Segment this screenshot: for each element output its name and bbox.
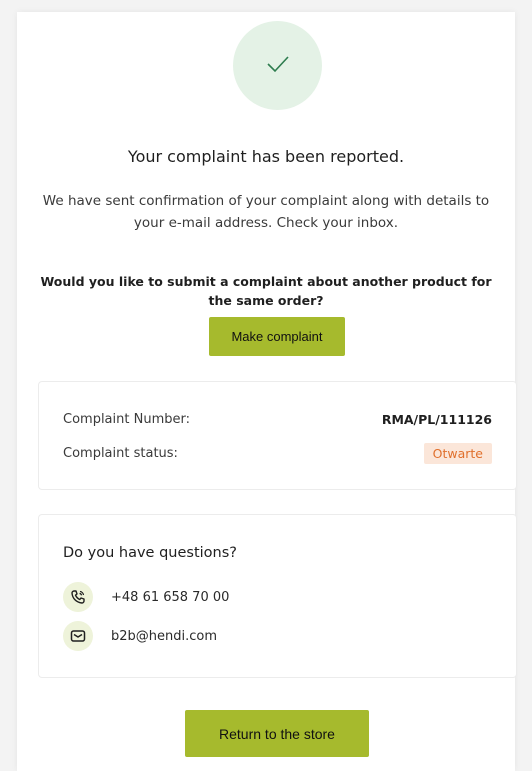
status-badge: Otwarte xyxy=(423,443,492,464)
complaint-info-panel: Complaint Number: RMA/PL/111126 Complain… xyxy=(38,381,517,490)
return-to-store-button[interactable]: Return to the store xyxy=(185,710,369,757)
contact-email[interactable]: b2b@hendi.com xyxy=(63,621,217,651)
contact-title: Do you have questions? xyxy=(63,545,237,561)
confirmation-description: We have sent confirmation of your compla… xyxy=(42,193,490,231)
phone-icon xyxy=(63,582,93,612)
complaint-number-value: RMA/PL/111126 xyxy=(381,412,492,427)
mail-icon xyxy=(63,621,93,651)
complaint-confirmation-card: Your complaint has been reported. We hav… xyxy=(17,12,517,771)
complaint-number-row: Complaint Number: RMA/PL/111126 xyxy=(63,412,492,427)
complaint-number-label: Complaint Number: xyxy=(63,412,190,427)
checkmark-icon xyxy=(264,53,292,79)
make-complaint-button[interactable]: Make complaint xyxy=(209,317,345,356)
complaint-status-row: Complaint status: Otwarte xyxy=(63,443,492,464)
contact-panel: Do you have questions? +48 61 658 70 00 … xyxy=(38,514,517,678)
complaint-status-label: Complaint status: xyxy=(63,446,178,461)
another-complaint-question: Would you like to submit a complaint abo… xyxy=(40,274,492,308)
phone-number: +48 61 658 70 00 xyxy=(111,589,230,605)
email-address: b2b@hendi.com xyxy=(111,628,218,644)
success-badge xyxy=(233,21,322,110)
contact-phone[interactable]: +48 61 658 70 00 xyxy=(63,582,229,612)
page-title: Your complaint has been reported. xyxy=(127,147,405,166)
